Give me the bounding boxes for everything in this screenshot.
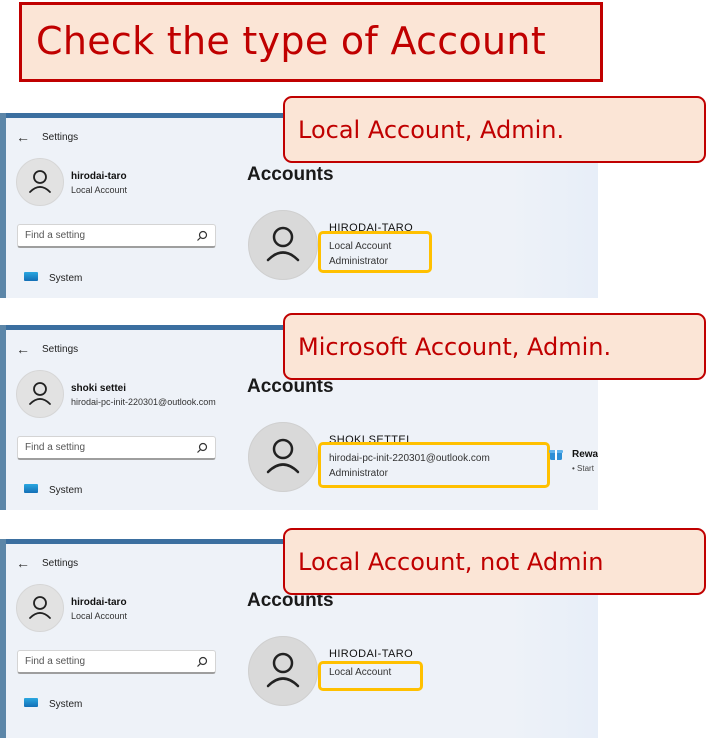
callout-1: Local Account, Admin.: [283, 96, 706, 163]
callout-2: Microsoft Account, Admin.: [283, 313, 706, 380]
rewards-sub: • Start: [572, 464, 594, 473]
user-name: hirodai-taro: [71, 597, 127, 608]
search-icon[interactable]: [196, 656, 208, 668]
system-icon: [24, 272, 38, 281]
settings-title: Settings: [42, 344, 79, 355]
search-icon[interactable]: [196, 442, 208, 454]
user-name: hirodai-taro: [71, 171, 127, 182]
callout-text: Local Account, Admin.: [298, 116, 565, 144]
back-arrow-icon[interactable]: ←: [16, 341, 30, 357]
person-icon: [266, 652, 300, 688]
user-name: shoki settei: [71, 383, 127, 394]
system-icon: [24, 484, 38, 493]
user-account-type: Local Account: [71, 611, 128, 621]
person-icon: [29, 170, 51, 193]
back-arrow-icon[interactable]: ←: [16, 129, 30, 145]
search-icon[interactable]: [196, 230, 208, 242]
highlight-box: [318, 231, 432, 273]
person-icon: [266, 226, 300, 262]
nav-item-system[interactable]: System: [49, 485, 82, 496]
nav-item-system[interactable]: System: [49, 273, 82, 284]
search-input[interactable]: Find a setting: [17, 436, 216, 460]
account-name: HIRODAI-TARO: [329, 648, 414, 660]
highlight-box: [318, 442, 550, 488]
user-account-type: hirodai-pc-init-220301@outlook.com: [71, 397, 216, 407]
rewards-title[interactable]: Rewa: [572, 449, 598, 460]
desktop-edge: [0, 113, 6, 298]
search-input[interactable]: Find a setting: [17, 224, 216, 248]
system-icon: [24, 698, 38, 707]
avatar-large: [248, 210, 318, 280]
search-placeholder: Find a setting: [25, 656, 86, 667]
callout-3: Local Account, not Admin: [283, 528, 706, 595]
desktop-edge: [0, 539, 6, 738]
highlight-box: [318, 661, 423, 691]
user-account-type: Local Account: [71, 185, 128, 195]
avatar-small: [16, 584, 64, 632]
avatar-small: [16, 370, 64, 418]
person-icon: [29, 596, 51, 619]
search-input[interactable]: Find a setting: [17, 650, 216, 674]
avatar-small: [16, 158, 64, 206]
search-placeholder: Find a setting: [25, 230, 86, 241]
avatar-large: [248, 636, 318, 706]
search-placeholder: Find a setting: [25, 442, 86, 453]
accounts-heading: Accounts: [247, 164, 334, 185]
title-box: Check the type of Account: [19, 2, 603, 82]
person-icon: [266, 438, 300, 474]
avatar-large: [248, 422, 318, 492]
settings-title: Settings: [42, 558, 79, 569]
callout-text: Microsoft Account, Admin.: [298, 333, 612, 361]
settings-title: Settings: [42, 132, 79, 143]
rewards-icon: [549, 450, 563, 460]
callout-text: Local Account, not Admin: [298, 548, 604, 576]
page-title: Check the type of Account: [36, 19, 547, 63]
person-icon: [29, 382, 51, 405]
nav-item-system[interactable]: System: [49, 699, 82, 710]
desktop-edge: [0, 325, 6, 510]
back-arrow-icon[interactable]: ←: [16, 555, 30, 571]
